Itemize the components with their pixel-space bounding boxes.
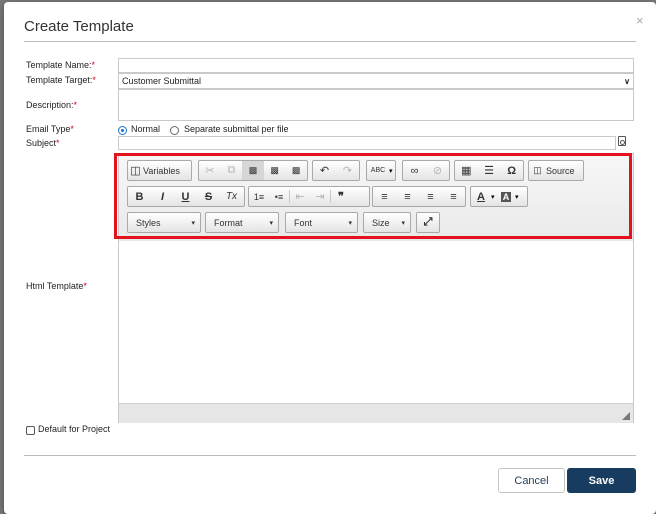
dialog-title: Create Template <box>24 18 134 35</box>
email-type-separate-label[interactable]: Separate submittal per file <box>184 124 289 134</box>
subject-variables-icon[interactable] <box>618 136 626 146</box>
default-for-project-checkbox[interactable] <box>26 426 35 435</box>
default-for-project-label[interactable]: Default for Project <box>38 424 110 434</box>
email-type-normal-label[interactable]: Normal <box>131 124 160 134</box>
footer-divider <box>24 455 636 456</box>
template-target-value: Customer Submittal <box>122 76 202 86</box>
subject-label: Subject* <box>26 138 60 148</box>
template-target-label: Template Target:* <box>26 75 96 85</box>
header-divider <box>24 41 636 42</box>
email-type-normal-radio[interactable] <box>118 126 127 135</box>
editor-status-bar <box>119 403 633 423</box>
template-target-select[interactable]: Customer Submittal ∨ <box>118 73 634 89</box>
email-type-separate-radio[interactable] <box>170 126 179 135</box>
resize-handle-icon[interactable] <box>622 412 630 420</box>
email-type-label: Email Type* <box>26 124 74 134</box>
save-button[interactable]: Save <box>567 468 636 493</box>
description-label: Description:* <box>26 100 78 110</box>
subject-input[interactable] <box>118 136 616 150</box>
close-icon[interactable]: × <box>636 13 644 28</box>
html-template-label: Html Template* <box>26 281 87 291</box>
template-name-label: Template Name:* <box>26 60 96 70</box>
chevron-down-icon: ∨ <box>624 76 630 86</box>
description-input[interactable] <box>118 89 634 121</box>
create-template-dialog: Create Template × Template Name:* Templa… <box>4 2 656 514</box>
template-name-input[interactable] <box>118 58 634 73</box>
cancel-button[interactable]: Cancel <box>498 468 565 493</box>
editor-content-area[interactable] <box>119 241 633 403</box>
toolbar-highlight-box <box>114 153 632 239</box>
